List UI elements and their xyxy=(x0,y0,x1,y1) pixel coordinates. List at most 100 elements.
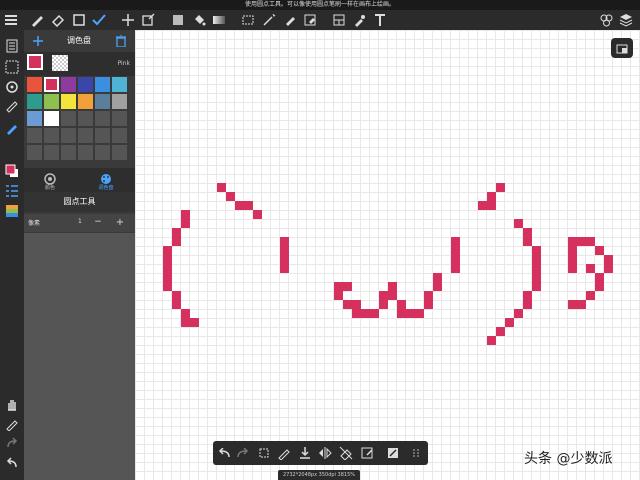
canvas-view-button[interactable] xyxy=(611,38,633,58)
eraser-icon[interactable] xyxy=(50,12,66,28)
flip-icon[interactable] xyxy=(317,445,333,461)
select-eraser-icon[interactable] xyxy=(302,12,318,28)
selection-icon[interactable] xyxy=(4,59,20,75)
palette-swatch[interactable] xyxy=(61,77,76,92)
pixel-dot xyxy=(172,237,181,246)
pixel-dot xyxy=(163,255,172,264)
color-swatch-icon[interactable] xyxy=(4,163,20,179)
gradient-icon[interactable] xyxy=(211,12,227,28)
pixel-dot xyxy=(568,246,577,255)
pen-edit-icon[interactable] xyxy=(4,120,20,136)
pixel-dot xyxy=(586,264,595,273)
ruler-icon[interactable] xyxy=(4,99,20,115)
material-icon[interactable] xyxy=(4,203,20,219)
frame-divider-icon[interactable] xyxy=(331,12,347,28)
undo-icon[interactable] xyxy=(4,456,20,472)
3d-model-icon[interactable] xyxy=(598,12,614,28)
layer-list-icon[interactable] xyxy=(4,183,20,199)
select-rect-icon[interactable] xyxy=(240,12,256,28)
pixel-dot xyxy=(586,291,595,300)
edit-layer-icon[interactable] xyxy=(385,445,401,461)
palette-swatch[interactable] xyxy=(27,145,42,160)
pixel-dot xyxy=(163,246,172,255)
pixel-dot xyxy=(424,300,433,309)
palette-swatch[interactable] xyxy=(78,145,93,160)
pixel-dot xyxy=(244,201,253,210)
page-icon[interactable] xyxy=(4,38,20,54)
palette-swatch[interactable] xyxy=(95,77,110,92)
move-icon[interactable] xyxy=(120,12,136,28)
rotate-icon[interactable] xyxy=(4,79,20,95)
tab-color[interactable]: 颜色 xyxy=(34,169,66,191)
clear-icon[interactable] xyxy=(338,445,354,461)
trash-icon[interactable] xyxy=(114,34,128,48)
drawing-canvas[interactable] xyxy=(135,30,640,480)
palette-swatch[interactable] xyxy=(95,128,110,143)
palette-swatch[interactable] xyxy=(112,128,127,143)
palette-swatch[interactable] xyxy=(95,94,110,109)
pixel-dot xyxy=(280,246,289,255)
pixel-dot xyxy=(568,300,577,309)
drag-handle-icon[interactable] xyxy=(408,445,424,461)
palette-swatch[interactable] xyxy=(78,128,93,143)
pixel-increase-button[interactable]: + xyxy=(110,216,130,229)
palette-grid xyxy=(27,77,130,165)
palette-swatch[interactable] xyxy=(112,111,127,126)
eyedropper-icon[interactable] xyxy=(351,12,367,28)
pixel-dot xyxy=(505,318,514,327)
palette-swatch[interactable] xyxy=(95,111,110,126)
pixel-dot xyxy=(595,273,604,282)
palette-swatch[interactable] xyxy=(95,145,110,160)
palette-swatch[interactable] xyxy=(27,94,42,109)
palette-swatch[interactable] xyxy=(44,145,59,160)
pixel-decrease-button[interactable]: − xyxy=(88,216,108,229)
palette-swatch[interactable] xyxy=(61,94,76,109)
palette-swatch[interactable] xyxy=(112,77,127,92)
menu-icon[interactable] xyxy=(3,12,19,28)
copy-paste-icon[interactable] xyxy=(359,445,375,461)
undo-action-icon[interactable] xyxy=(216,445,232,461)
palette-swatch[interactable] xyxy=(27,128,42,143)
palette-swatch[interactable] xyxy=(78,77,93,92)
hand-icon[interactable] xyxy=(4,396,20,412)
palette-swatch[interactable] xyxy=(61,128,76,143)
pixel-dot xyxy=(280,264,289,273)
palette-swatch[interactable] xyxy=(61,145,76,160)
palette-icon xyxy=(100,170,112,184)
palette-swatch[interactable] xyxy=(27,111,42,126)
palette-swatch[interactable] xyxy=(78,94,93,109)
palette-swatch[interactable] xyxy=(44,94,59,109)
bucket-icon[interactable] xyxy=(191,12,207,28)
pixel-dot xyxy=(406,309,415,318)
palette-swatch[interactable] xyxy=(61,111,76,126)
text-icon[interactable] xyxy=(372,12,388,28)
layers-icon[interactable] xyxy=(618,12,634,28)
palette-swatch[interactable] xyxy=(44,128,59,143)
brush-icon[interactable] xyxy=(29,12,45,28)
redo-icon[interactable] xyxy=(4,436,20,452)
add-icon[interactable] xyxy=(31,34,45,48)
tab-palette[interactable]: 调色盘 xyxy=(90,169,122,191)
download-icon[interactable] xyxy=(297,445,313,461)
tool-title: 圆点工具 xyxy=(63,197,96,206)
current-color-swatch[interactable] xyxy=(27,54,43,70)
pixel-dot xyxy=(604,255,613,264)
select-pen-icon[interactable] xyxy=(282,12,298,28)
fill-rect-icon[interactable] xyxy=(170,12,186,28)
redo-action-icon[interactable] xyxy=(235,445,251,461)
pencil-icon[interactable] xyxy=(4,416,20,432)
palette-swatch[interactable] xyxy=(44,111,59,126)
dot-tool-icon[interactable] xyxy=(91,12,107,28)
palette-swatch[interactable] xyxy=(112,145,127,160)
color-wheel-icon xyxy=(44,170,56,185)
magic-wand-icon[interactable] xyxy=(261,12,277,28)
palette-swatch[interactable] xyxy=(78,111,93,126)
object-icon[interactable] xyxy=(71,12,87,28)
palette-swatch[interactable] xyxy=(44,77,59,92)
lasso-icon[interactable] xyxy=(256,445,272,461)
transform-icon[interactable] xyxy=(140,12,156,28)
palette-swatch[interactable] xyxy=(112,94,127,109)
pen-tool-icon[interactable] xyxy=(276,445,292,461)
transparent-color-swatch[interactable] xyxy=(52,55,68,71)
palette-swatch[interactable] xyxy=(27,77,42,92)
